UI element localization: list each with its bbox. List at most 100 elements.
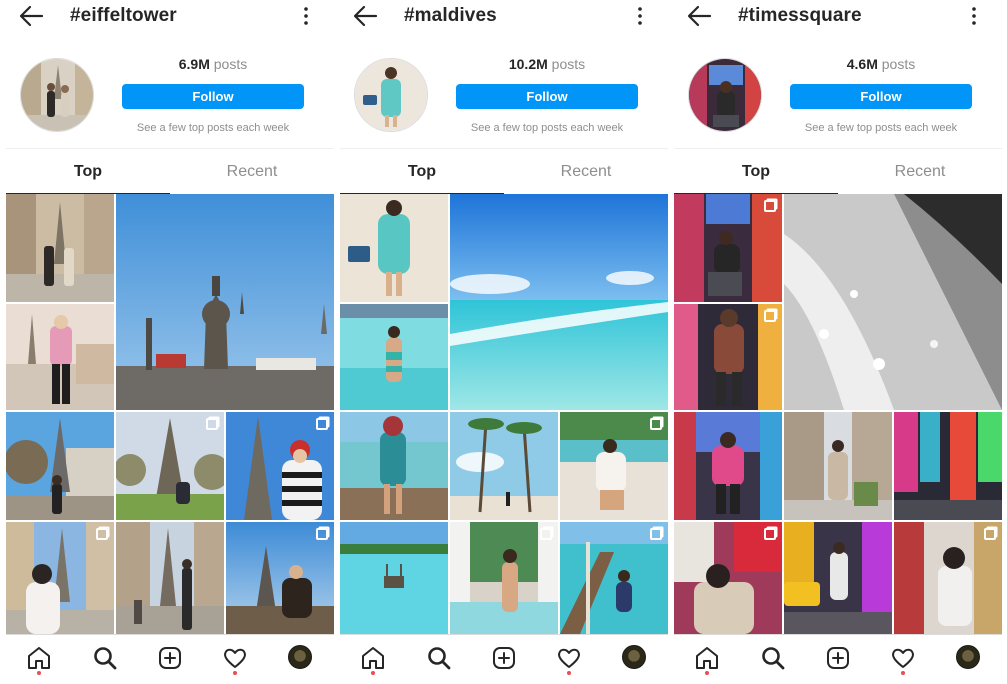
post-thumbnail[interactable]: [116, 412, 224, 520]
multiple-photos-icon: [984, 528, 996, 540]
post-thumbnail[interactable]: [340, 522, 448, 634]
tab-recent[interactable]: Recent: [504, 149, 668, 194]
tab-top[interactable]: Top: [6, 149, 170, 194]
posts-count: 10.2M posts: [508, 56, 586, 72]
hashtag-avatar: [354, 58, 428, 132]
post-grid: [340, 194, 668, 634]
post-thumbnail[interactable]: [226, 522, 334, 634]
search-icon[interactable]: [426, 645, 452, 671]
post-thumbnail[interactable]: [894, 412, 1002, 520]
more-vertical-icon[interactable]: [636, 6, 644, 26]
post-thumbnail[interactable]: [784, 522, 892, 634]
post-thumbnail[interactable]: [6, 194, 114, 302]
new-post-icon[interactable]: [491, 645, 517, 671]
multiple-photos-icon: [764, 310, 776, 322]
tab-recent[interactable]: Recent: [170, 149, 334, 194]
hashtag-panel-eiffeltower: #eiffeltower 6.9M posts Follow See a few…: [6, 0, 334, 684]
tab-top[interactable]: Top: [340, 149, 504, 194]
activity-heart-icon[interactable]: [890, 645, 916, 671]
multiple-photos-icon: [316, 418, 328, 430]
bottom-navigation: [6, 634, 334, 684]
profile-avatar[interactable]: [622, 645, 646, 669]
post-thumbnail[interactable]: [6, 304, 114, 410]
hashtag-avatar: [20, 58, 94, 132]
tab-bar: Top Recent: [674, 148, 1002, 194]
hashtag-panel-maldives: #maldives 10.2M posts Follow See a few t…: [340, 0, 668, 684]
posts-count: 4.6M posts: [846, 56, 916, 72]
top-bar: #timessquare: [674, 0, 1002, 34]
more-vertical-icon[interactable]: [302, 6, 310, 26]
follow-button[interactable]: Follow: [790, 84, 972, 109]
multiple-photos-icon: [316, 528, 328, 540]
back-arrow-icon[interactable]: [686, 4, 712, 28]
post-thumbnail[interactable]: [116, 194, 334, 410]
activity-heart-icon[interactable]: [556, 645, 582, 671]
post-thumbnail[interactable]: [894, 522, 1002, 634]
post-thumbnail[interactable]: [6, 412, 114, 520]
posts-count: 6.9M posts: [178, 56, 248, 72]
post-thumbnail[interactable]: [116, 522, 224, 634]
home-icon[interactable]: [26, 645, 52, 671]
top-posts-note: See a few top posts each week: [804, 122, 958, 134]
tab-recent[interactable]: Recent: [838, 149, 1002, 194]
notification-dot: [901, 671, 905, 675]
back-arrow-icon[interactable]: [352, 4, 378, 28]
top-posts-note: See a few top posts each week: [470, 122, 624, 134]
notification-dot: [37, 671, 41, 675]
top-bar: #eiffeltower: [6, 0, 334, 34]
multiple-photos-icon: [764, 200, 776, 212]
post-thumbnail[interactable]: [340, 194, 448, 302]
post-thumbnail[interactable]: [784, 194, 1002, 410]
post-grid: [6, 194, 334, 634]
tab-bar: Top Recent: [340, 148, 668, 194]
post-thumbnail[interactable]: [6, 522, 114, 634]
post-thumbnail[interactable]: [560, 412, 668, 520]
new-post-icon[interactable]: [157, 645, 183, 671]
post-thumbnail[interactable]: [560, 522, 668, 634]
bottom-navigation: [674, 634, 1002, 684]
hashtag-title: #eiffeltower: [70, 5, 177, 26]
post-thumbnail[interactable]: [674, 522, 782, 634]
more-vertical-icon[interactable]: [970, 6, 978, 26]
multiple-photos-icon: [206, 418, 218, 430]
hashtag-panel-timessquare: #timessquare 4.6M posts Follow See a few…: [674, 0, 1002, 684]
hashtag-title: #timessquare: [738, 5, 862, 26]
activity-heart-icon[interactable]: [222, 645, 248, 671]
post-thumbnail[interactable]: [226, 412, 334, 520]
search-icon[interactable]: [760, 645, 786, 671]
tab-top[interactable]: Top: [674, 149, 838, 194]
follow-button[interactable]: Follow: [122, 84, 304, 109]
notification-dot: [371, 671, 375, 675]
notification-dot: [705, 671, 709, 675]
top-bar: #maldives: [340, 0, 668, 34]
post-thumbnail[interactable]: [674, 412, 782, 520]
profile-avatar[interactable]: [956, 645, 980, 669]
bottom-navigation: [340, 634, 668, 684]
profile-avatar[interactable]: [288, 645, 312, 669]
post-thumbnail[interactable]: [450, 522, 558, 634]
home-icon[interactable]: [694, 645, 720, 671]
post-thumbnail[interactable]: [450, 194, 668, 410]
search-icon[interactable]: [92, 645, 118, 671]
post-thumbnail[interactable]: [340, 304, 448, 410]
multiple-photos-icon: [96, 528, 108, 540]
new-post-icon[interactable]: [825, 645, 851, 671]
back-arrow-icon[interactable]: [18, 4, 44, 28]
notification-dot: [233, 671, 237, 675]
post-thumbnail[interactable]: [674, 304, 782, 410]
notification-dot: [567, 671, 571, 675]
multiple-photos-icon: [540, 528, 552, 540]
hashtag-title: #maldives: [404, 5, 497, 26]
multiple-photos-icon: [764, 528, 776, 540]
post-thumbnail[interactable]: [340, 412, 448, 520]
hashtag-avatar: [688, 58, 762, 132]
post-thumbnail[interactable]: [450, 412, 558, 520]
post-thumbnail[interactable]: [674, 194, 782, 302]
post-thumbnail[interactable]: [784, 412, 892, 520]
multiple-photos-icon: [650, 528, 662, 540]
post-grid: [674, 194, 1002, 634]
follow-button[interactable]: Follow: [456, 84, 638, 109]
top-posts-note: See a few top posts each week: [136, 122, 290, 134]
multiple-photos-icon: [650, 418, 662, 430]
home-icon[interactable]: [360, 645, 386, 671]
